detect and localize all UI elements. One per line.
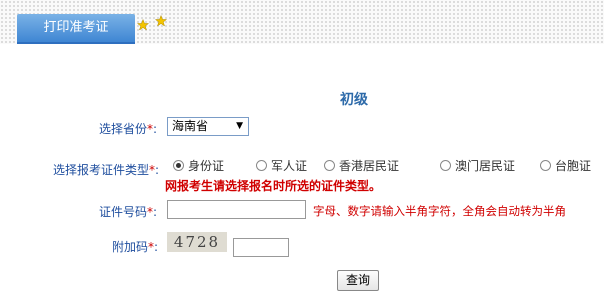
radio-macau-resident-card[interactable]: 澳门居民证 bbox=[440, 157, 515, 174]
level-title: 初级 bbox=[340, 92, 368, 108]
cert-type-warning: 网报考生请选择报名时所选的证件类型。 bbox=[165, 179, 382, 193]
id-number-hint: 字母、数字请输入半角字符，全角会自动转为半角 bbox=[313, 204, 566, 218]
id-number-input[interactable] bbox=[167, 200, 306, 219]
radio-button-icon[interactable] bbox=[256, 160, 267, 171]
captcha-input[interactable] bbox=[233, 238, 289, 257]
radio-hongkong-resident-card[interactable]: 香港居民证 bbox=[324, 157, 399, 174]
dropdown-arrow-icon: ▼ bbox=[236, 121, 243, 131]
radio-button-icon[interactable] bbox=[540, 160, 551, 171]
radio-button-icon[interactable] bbox=[324, 160, 335, 171]
province-select[interactable]: 海南省 ▼ bbox=[167, 117, 249, 136]
star-icon bbox=[155, 15, 167, 27]
radio-button-icon[interactable] bbox=[440, 160, 451, 171]
radio-button-selected-icon[interactable] bbox=[173, 160, 184, 171]
radio-id-card[interactable]: 身份证 bbox=[173, 157, 224, 174]
province-label: 选择省份*: bbox=[99, 122, 158, 136]
cert-type-label: 选择报考证件类型*: bbox=[53, 163, 160, 177]
captcha-image[interactable]: 4728 bbox=[167, 232, 227, 252]
captcha-label: 附加码*: bbox=[112, 240, 159, 254]
query-button[interactable]: 查询 bbox=[337, 270, 379, 291]
id-number-label: 证件号码*: bbox=[99, 205, 158, 219]
star-icon bbox=[137, 19, 149, 31]
tab-underline bbox=[17, 42, 135, 44]
tab-print-admission-ticket[interactable]: 打印准考证 bbox=[17, 14, 135, 42]
radio-taiwan-compatriot-card[interactable]: 台胞证 bbox=[540, 157, 591, 174]
radio-military-card[interactable]: 军人证 bbox=[256, 157, 307, 174]
